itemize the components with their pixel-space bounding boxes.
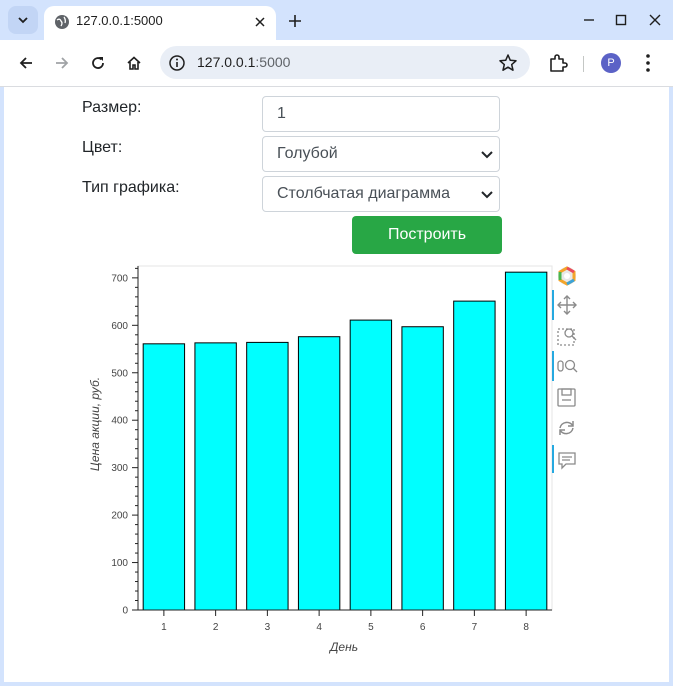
pan-icon[interactable] <box>557 295 577 315</box>
bar <box>142 343 186 611</box>
new-tab-button[interactable] <box>284 10 306 32</box>
y-tick-label: 400 <box>111 416 128 427</box>
bar <box>453 300 496 611</box>
minimize-button[interactable] <box>577 10 601 30</box>
y-tick-label: 200 <box>111 511 128 522</box>
bar <box>246 341 289 611</box>
x-tick-label: 6 <box>420 622 426 633</box>
bar-chart: 0 100 200 300 400 500 600 700 1 2 3 4 5 6 7 8 День Цена… <box>88 265 578 654</box>
back-button[interactable] <box>14 51 38 75</box>
url-host: 127.0.0.1 <box>197 54 256 70</box>
y-tick-label: 300 <box>111 463 128 474</box>
close-tab-button[interactable] <box>250 12 270 32</box>
active-tool-indicator <box>552 445 554 473</box>
chevron-down-icon <box>18 17 28 24</box>
x-tick-label: 7 <box>472 622 478 633</box>
maximize-icon <box>615 14 627 26</box>
arrow-left-icon <box>19 57 32 69</box>
x-tick-label: 3 <box>265 622 271 633</box>
plus-icon <box>289 15 301 27</box>
chart-plot-area: 0 100 200 300 400 500 600 700 1 2 3 4 5 6 7 8 <box>111 265 553 633</box>
wheel-zoom-icon[interactable] <box>557 359 578 373</box>
address-bar[interactable]: 127.0.0.1:5000 <box>160 46 530 79</box>
y-tick-label: 0 <box>122 606 128 617</box>
tab-search-button[interactable] <box>8 6 38 34</box>
browser-toolbar: 127.0.0.1:5000 P <box>0 40 673 87</box>
y-tick-label: 700 <box>111 273 128 284</box>
bar <box>297 336 341 611</box>
bokeh-logo-icon[interactable] <box>558 266 576 286</box>
close-icon <box>649 14 661 26</box>
y-tick-label: 500 <box>111 368 128 379</box>
save-icon[interactable] <box>557 388 576 407</box>
hover-icon[interactable] <box>558 452 576 470</box>
minimize-icon <box>584 19 594 21</box>
globe-icon <box>55 15 69 29</box>
x-tick-label: 8 <box>523 622 529 633</box>
y-axis-label: Цена акции, руб. <box>88 377 102 471</box>
url-text: 127.0.0.1:5000 <box>197 54 290 70</box>
y-tick-label: 100 <box>111 558 128 569</box>
x-tick-label: 1 <box>161 622 167 633</box>
page-content: Размер: 1 Цвет: Голубой Тип графика: Сто… <box>4 87 669 682</box>
reload-button[interactable] <box>86 51 110 75</box>
tab-strip: 127.0.0.1:5000 <box>0 0 673 40</box>
forward-button[interactable] <box>50 51 74 75</box>
box-zoom-icon[interactable] <box>557 328 577 346</box>
chart-toolbar <box>552 266 578 473</box>
arrow-right-icon <box>56 57 69 69</box>
home-button[interactable] <box>122 51 146 75</box>
browser-tab[interactable]: 127.0.0.1:5000 <box>44 6 276 40</box>
home-icon <box>127 56 141 70</box>
reload-icon <box>92 57 104 69</box>
bar <box>401 326 444 611</box>
tab-title: 127.0.0.1:5000 <box>76 13 163 28</box>
bar <box>504 271 548 611</box>
x-tick-label: 2 <box>213 622 219 633</box>
maximize-button[interactable] <box>609 10 633 30</box>
y-tick-label: 600 <box>111 321 128 332</box>
x-tick-label: 5 <box>368 622 374 633</box>
toolbar-separator <box>583 56 584 72</box>
site-info-icon[interactable] <box>168 54 186 72</box>
url-port: :5000 <box>255 54 291 70</box>
extensions-icon[interactable] <box>546 51 570 75</box>
bookmark-star-icon[interactable] <box>498 53 518 73</box>
bar <box>349 319 393 611</box>
active-tool-indicator <box>552 351 554 381</box>
x-tick-label: 4 <box>316 622 322 633</box>
bar <box>194 342 237 611</box>
more-menu-icon[interactable] <box>636 51 660 75</box>
close-icon <box>255 17 265 27</box>
close-window-button[interactable] <box>643 10 667 30</box>
x-axis-label: День <box>328 640 358 654</box>
reset-icon[interactable] <box>559 421 574 435</box>
active-tool-indicator <box>552 290 554 320</box>
profile-avatar[interactable]: P <box>601 53 621 73</box>
